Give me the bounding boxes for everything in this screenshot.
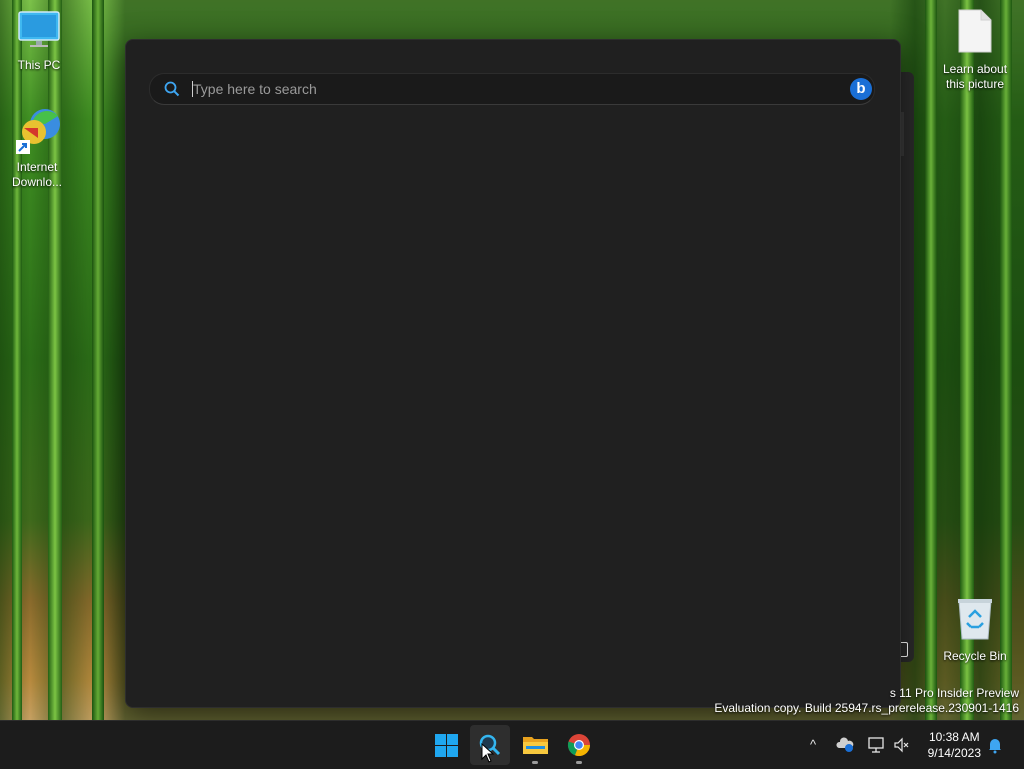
running-indicator: [532, 761, 538, 764]
mouse-cursor-icon: [481, 742, 495, 768]
folder-icon: [523, 735, 548, 760]
recycle-bin-icon: [937, 597, 1013, 645]
volume-muted-icon[interactable]: [893, 736, 911, 754]
os-watermark: s 11 Pro Insider Preview Evaluation copy…: [714, 686, 1019, 716]
chrome-button[interactable]: [559, 725, 599, 765]
desktop-icon-label: This PC: [17, 58, 61, 72]
watermark-line-2: Evaluation copy. Build 25947.rs_prerelea…: [714, 701, 1019, 715]
taskbar: ^ 10:38 AM 9/14/2023: [0, 720, 1024, 769]
desktop-icon-internet-download-manager[interactable]: Internet Downlo...: [1, 106, 77, 190]
desktop-icon-learn-about-picture[interactable]: Learn about this picture: [937, 8, 1013, 92]
bing-chat-icon[interactable]: b: [850, 78, 872, 100]
onedrive-icon[interactable]: [836, 736, 854, 754]
chrome-icon: [567, 733, 591, 762]
clock-time: 10:38 AM: [928, 730, 980, 744]
desktop-icon-label: Internet Downlo...: [11, 160, 63, 189]
notification-bell-icon[interactable]: [986, 736, 1004, 754]
search-input[interactable]: [193, 78, 793, 100]
document-icon: [937, 8, 1013, 58]
internet-download-manager-icon: [1, 106, 77, 160]
wallpaper-bamboo: [92, 0, 104, 720]
monitor-icon: [1, 10, 77, 54]
desktop-icon-label: Recycle Bin: [943, 649, 1007, 663]
start-button[interactable]: [426, 725, 466, 765]
search-panel: b: [125, 39, 901, 708]
desktop: { "desktop": { "icons": [ {"label": "Thi…: [0, 0, 1024, 769]
desktop-icon-recycle-bin[interactable]: Recycle Bin: [937, 597, 1013, 664]
search-icon: [164, 81, 180, 102]
clock-date: 9/14/2023: [927, 746, 981, 760]
windows-logo-icon: [435, 734, 458, 762]
file-explorer-button[interactable]: [515, 725, 555, 765]
show-hidden-icons-chevron-icon[interactable]: ^: [804, 736, 822, 754]
search-box[interactable]: b: [149, 73, 875, 105]
running-indicator: [576, 761, 582, 764]
watermark-line-1: s 11 Pro Insider Preview: [889, 686, 1019, 700]
desktop-icon-this-pc[interactable]: This PC: [1, 10, 77, 73]
desktop-icon-label: Learn about this picture: [942, 62, 1008, 91]
taskbar-clock[interactable]: 10:38 AM 9/14/2023: [928, 729, 981, 761]
wallpaper-bamboo: [925, 0, 937, 720]
network-icon[interactable]: [867, 736, 885, 754]
